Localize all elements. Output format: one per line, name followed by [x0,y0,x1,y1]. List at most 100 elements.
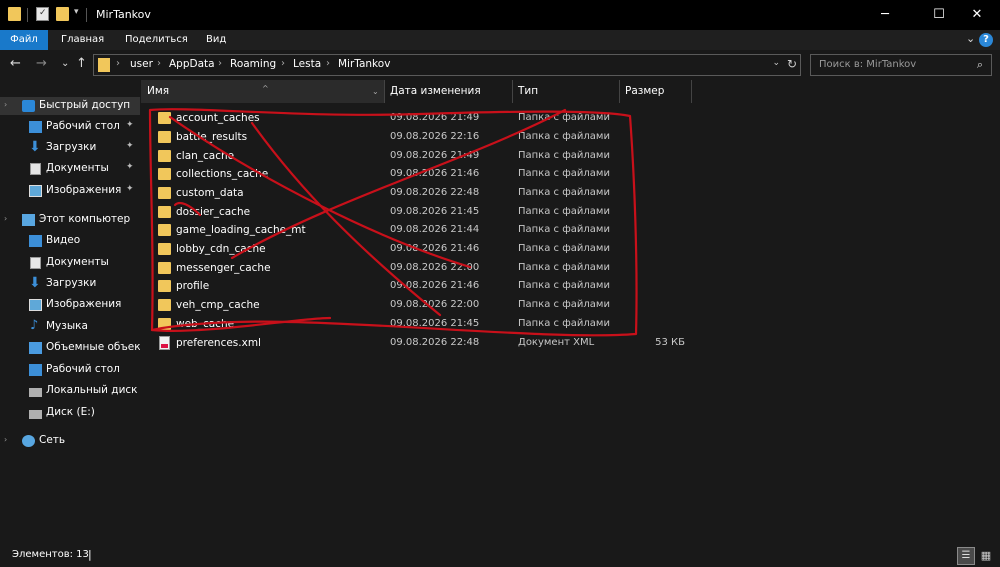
music-icon: ♪ [30,318,39,333]
sidebar-item-downloads[interactable]: ⬇ Загрузки [0,275,140,293]
sidebar-item-label: Загрузки [46,141,97,153]
list-item[interactable]: preferences.xml 09.08.2026 22:48 Докумен… [141,334,741,353]
folder-icon [158,131,171,143]
column-header-type[interactable]: Тип [512,80,619,103]
status-separator: | [88,548,92,561]
sidebar-item-label: Быстрый доступ [39,99,131,111]
list-item[interactable]: veh_cmp_cache 09.08.2026 22:00 Папка с ф… [141,296,741,315]
list-item[interactable]: custom_data 09.08.2026 22:48 Папка с фай… [141,184,741,203]
ribbon: Файл Главная Поделиться Вид ⌄ ? [0,30,1000,50]
desktop-icon [29,121,42,133]
list-item[interactable]: game_loading_cache_mt 09.08.2026 21:44 П… [141,221,741,240]
recent-locations-button[interactable]: ⌄ [61,58,69,69]
pin-icon: ✦ [126,184,134,194]
list-item[interactable]: battle_results 09.08.2026 22:16 Папка с … [141,128,741,147]
pictures-icon [29,299,42,311]
sidebar-item-3d-objects[interactable]: Объемные объекты [0,339,140,357]
address-history-icon[interactable]: ⌄ [772,58,780,68]
sidebar-item-network[interactable]: › Сеть [0,432,140,450]
sidebar-item-documents[interactable]: Документы [0,254,140,272]
tab-file[interactable]: Файл [0,30,48,50]
tab-view[interactable]: Вид [206,30,226,50]
breadcrumb-lesta[interactable]: Lesta [293,58,321,70]
tab-share[interactable]: Поделиться [125,30,188,50]
sidebar-item-disk-e[interactable]: Диск (E:) [0,404,140,422]
list-item[interactable]: messenger_cache 09.08.2026 22:00 Папка с… [141,259,741,278]
search-box[interactable]: Поиск в: MirTankov ⌕ [810,54,992,76]
details-view-button[interactable]: ☰ [957,547,975,565]
chevron-right-icon[interactable]: › [4,214,7,223]
sidebar-item-quick-access[interactable]: › Быстрый доступ [0,97,140,115]
expand-ribbon-icon[interactable]: ⌄ [966,32,975,45]
sidebar-item-music[interactable]: ♪ Музыка [0,318,140,336]
sidebar-item-videos[interactable]: Видео [0,232,140,250]
column-header-label: Имя [147,85,170,97]
computer-icon [22,214,35,226]
sidebar-item-pictures-pinned[interactable]: Изображения ✦ [0,182,140,200]
column-filter-icon[interactable]: ⌄ [372,80,379,103]
minimize-button[interactable]: ─ [862,0,908,30]
folder-icon [158,224,171,236]
sidebar-item-desktop-pinned[interactable]: Рабочий стол ✦ [0,118,140,136]
folder-icon [8,7,21,21]
address-bar[interactable]: › user › AppData › Roaming › Lesta › Mir… [93,54,801,76]
list-item[interactable]: collections_cache 09.08.2026 21:46 Папка… [141,165,741,184]
sidebar-item-documents-pinned[interactable]: Документы ✦ [0,160,140,178]
file-type: Папка с файлами [518,280,610,291]
list-item[interactable]: dossier_cache 09.08.2026 21:45 Папка с ф… [141,203,741,222]
file-date: 09.08.2026 21:45 [390,318,480,329]
back-button[interactable]: ← [10,56,21,71]
breadcrumb-appdata[interactable]: AppData [169,58,215,70]
tab-home[interactable]: Главная [61,30,104,50]
sidebar-item-local-disk-c[interactable]: Локальный диск (C [0,382,140,400]
refresh-icon[interactable]: ↻ [787,57,797,71]
forward-button[interactable]: → [36,56,47,71]
file-date: 09.08.2026 21:49 [390,112,480,123]
list-item[interactable]: clan_cache 09.08.2026 21:49 Папка с файл… [141,147,741,166]
large-icons-view-button[interactable]: ▦ [978,548,994,564]
sidebar-item-downloads-pinned[interactable]: ⬇ Загрузки ✦ [0,139,140,157]
search-placeholder: Поиск в: MirTankov [819,59,917,70]
file-name: lobby_cdn_cache [176,243,266,255]
separator [86,8,87,22]
breadcrumb-user[interactable]: user [130,58,153,70]
column-header-date[interactable]: Дата изменения [384,80,512,103]
title-bar: ▾ MirTankov ─ ☐ ✕ [0,0,1000,30]
customize-quick-access-icon[interactable]: ▾ [74,7,79,17]
network-icon [22,435,35,447]
chevron-right-icon[interactable]: › [4,435,7,444]
sidebar-item-label: Загрузки [46,277,97,289]
documents-icon [30,163,41,175]
up-button[interactable]: ↑ [76,56,87,71]
documents-icon [30,257,41,269]
file-type: Папка с файлами [518,112,610,123]
close-button[interactable]: ✕ [954,0,1000,30]
column-header-size[interactable]: Размер [619,80,691,103]
help-icon[interactable]: ? [979,33,993,47]
sidebar-item-label: Видео [46,234,81,246]
properties-checkbox-icon[interactable] [36,7,49,21]
sidebar-item-label: Документы [46,256,109,268]
new-folder-icon[interactable] [56,7,69,21]
list-item[interactable]: lobby_cdn_cache 09.08.2026 21:46 Папка с… [141,240,741,259]
sidebar-item-label: Рабочий стол [46,363,120,375]
sidebar-item-desktop[interactable]: Рабочий стол [0,361,140,379]
breadcrumb-separator: › [116,58,120,69]
file-name: preferences.xml [176,336,261,349]
desktop-icon [29,364,42,376]
folder-icon [158,299,171,311]
column-header-name[interactable]: Имя ^ ⌄ [141,80,384,103]
window-title: MirTankov [96,8,151,21]
list-item[interactable]: web_cache 09.08.2026 21:45 Папка с файла… [141,315,741,334]
pin-icon: ✦ [126,120,134,130]
folder-icon [98,58,110,72]
list-item[interactable]: account_caches 09.08.2026 21:49 Папка с … [141,109,741,128]
chevron-right-icon[interactable]: › [4,100,7,109]
sidebar-item-label: Документы [46,162,109,174]
breadcrumb-roaming[interactable]: Roaming [230,58,276,70]
breadcrumb-mirtankov[interactable]: MirTankov [338,58,390,70]
sidebar-item-pictures[interactable]: Изображения [0,296,140,314]
list-item[interactable]: profile 09.08.2026 21:46 Папка с файлами [141,277,741,296]
sidebar-item-this-pc[interactable]: › Этот компьютер [0,211,140,229]
column-divider[interactable] [691,80,692,103]
